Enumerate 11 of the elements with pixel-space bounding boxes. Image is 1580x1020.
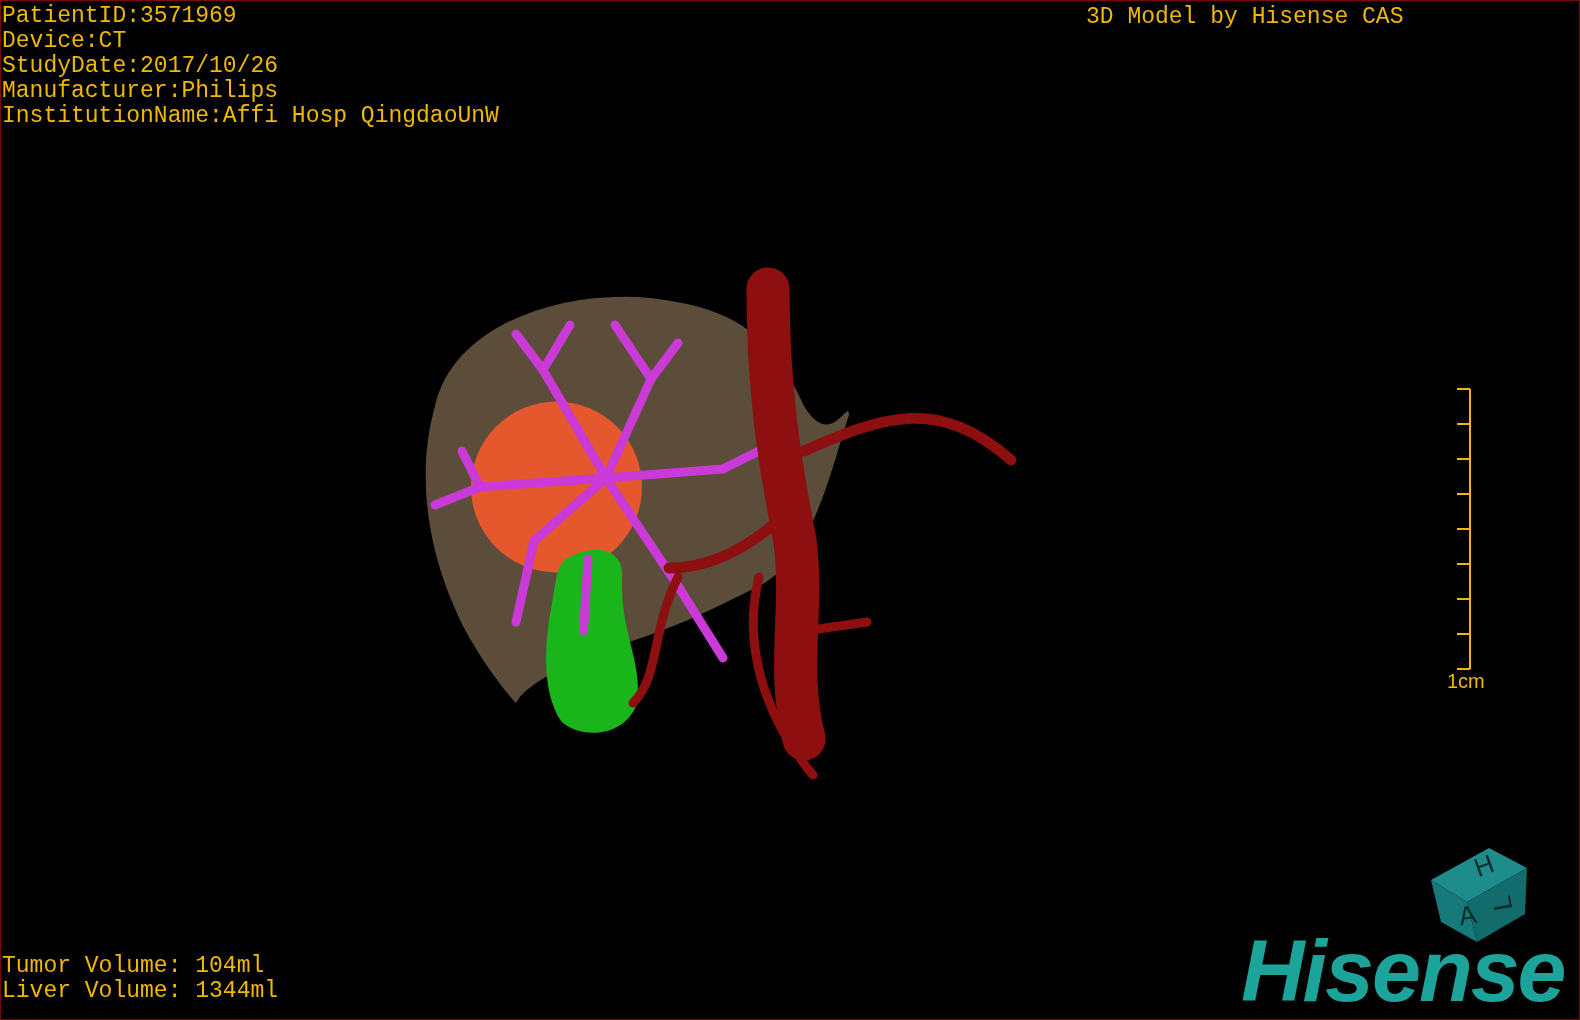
patient-info-line: InstitutionName:Affi Hosp QingdaoUnW: [2, 104, 499, 129]
patient-info-line: Manufacturer:Philips: [2, 79, 279, 104]
patient-info-line: PatientID:3571969: [2, 4, 237, 29]
scale-label: 1cm: [1447, 670, 1485, 693]
volume-readout: Tumor Volume: 104ml: [2, 954, 265, 979]
patient-info-line: Device:CT: [2, 29, 127, 54]
patient-info-line: StudyDate:2017/10/26: [2, 54, 279, 79]
cube-face-letter: H: [1469, 848, 1498, 883]
viewer-title: 3D Model by Hisense CAS: [1086, 5, 1404, 30]
cube-face-letter: L: [1486, 893, 1519, 914]
volume-readout: Liver Volume: 1344ml: [2, 979, 279, 1004]
